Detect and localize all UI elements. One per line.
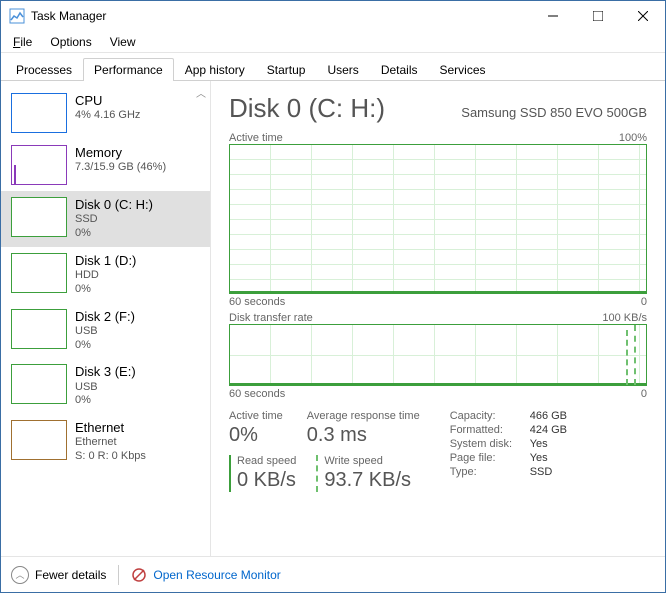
sidebar-item-disk2[interactable]: Disk 2 (F:)USB0% (1, 303, 210, 359)
active-time-chart (229, 144, 647, 294)
sidebar-item-ethernet[interactable]: EthernetEthernetS: 0 R: 0 Kbps (1, 414, 210, 470)
sidebar-item-label: Memory (75, 145, 166, 161)
ethernet-thumb (11, 420, 67, 460)
chart2-xright: 0 (641, 388, 647, 400)
titlebar: Task Manager (1, 1, 665, 31)
type-value: SSD (530, 466, 553, 478)
sidebar-item-label: Disk 0 (C: H:) (75, 197, 153, 213)
chart1-xleft: 60 seconds (229, 296, 285, 308)
chart2-xleft: 60 seconds (229, 388, 285, 400)
scroll-up-icon[interactable]: ︿ (196, 85, 206, 100)
active-time-label: Active time (229, 410, 283, 422)
sysdisk-value: Yes (530, 438, 548, 450)
menu-view[interactable]: View (102, 33, 144, 51)
tab-users[interactable]: Users (316, 58, 369, 81)
sidebar-item-memory[interactable]: Memory7.3/15.9 GB (46%) (1, 139, 210, 191)
pagefile-value: Yes (530, 452, 548, 464)
capacity-value: 466 GB (530, 410, 567, 422)
disk-info: Capacity:466 GB Formatted:424 GB System … (450, 410, 567, 492)
content: ︿ CPU4% 4.16 GHz Memory7.3/15.9 GB (46%)… (1, 81, 665, 556)
sidebar-item-disk0[interactable]: Disk 0 (C: H:)SSD0% (1, 191, 210, 247)
sidebar-item-label: Disk 1 (D:) (75, 253, 136, 269)
footer: ︿ Fewer details Open Resource Monitor (1, 556, 665, 592)
write-speed-label: Write speed (324, 455, 411, 467)
chart2-max: 100 KB/s (602, 312, 647, 324)
sidebar-item-cpu[interactable]: CPU4% 4.16 GHz (1, 87, 210, 139)
disk-thumb (11, 309, 67, 349)
disk-thumb (11, 364, 67, 404)
menubar: File Options View (1, 31, 665, 53)
page-title: Disk 0 (C: H:) (229, 93, 385, 124)
tab-app-history[interactable]: App history (174, 58, 256, 81)
sidebar-item-label: CPU (75, 93, 140, 109)
tab-details[interactable]: Details (370, 58, 429, 81)
minimize-button[interactable] (530, 1, 575, 31)
fewer-details-button[interactable]: Fewer details (35, 568, 106, 582)
open-resource-monitor-link[interactable]: Open Resource Monitor (153, 568, 280, 582)
sidebar-item-disk1[interactable]: Disk 1 (D:)HDD0% (1, 247, 210, 303)
tab-processes[interactable]: Processes (5, 58, 83, 81)
maximize-button[interactable] (575, 1, 620, 31)
disk-thumb (11, 197, 67, 237)
tab-performance[interactable]: Performance (83, 58, 174, 81)
sidebar-item-label: Disk 2 (F:) (75, 309, 135, 325)
window-title: Task Manager (31, 9, 530, 23)
resource-monitor-icon (131, 567, 147, 583)
menu-options[interactable]: Options (42, 33, 99, 51)
main-panel: Disk 0 (C: H:) Samsung SSD 850 EVO 500GB… (211, 81, 665, 556)
sidebar-item-label: Ethernet (75, 420, 146, 436)
sidebar-item-label: Disk 3 (E:) (75, 364, 136, 380)
tab-services[interactable]: Services (429, 58, 497, 81)
memory-thumb (11, 145, 67, 185)
menu-file[interactable]: File (5, 33, 40, 51)
active-time-value: 0% (229, 424, 283, 447)
tabstrip: Processes Performance App history Startu… (1, 53, 665, 81)
transfer-rate-chart (229, 324, 647, 386)
disk-thumb (11, 253, 67, 293)
chart1-xright: 0 (641, 296, 647, 308)
chevron-up-icon[interactable]: ︿ (11, 566, 29, 584)
read-speed-label: Read speed (237, 455, 296, 467)
avg-response-label: Average response time (307, 410, 420, 422)
chart1-label: Active time (229, 132, 283, 144)
cpu-thumb (11, 93, 67, 133)
sidebar-item-disk3[interactable]: Disk 3 (E:)USB0% (1, 358, 210, 414)
chart1-max: 100% (619, 132, 647, 144)
avg-response-value: 0.3 ms (307, 424, 420, 447)
write-speed-value: 93.7 KB/s (324, 469, 411, 492)
close-button[interactable] (620, 1, 665, 31)
sidebar[interactable]: ︿ CPU4% 4.16 GHz Memory7.3/15.9 GB (46%)… (1, 81, 211, 556)
tab-startup[interactable]: Startup (256, 58, 317, 81)
chart2-label: Disk transfer rate (229, 312, 313, 324)
read-speed-value: 0 KB/s (237, 469, 296, 492)
divider (118, 565, 119, 585)
app-icon (9, 8, 25, 24)
disk-model: Samsung SSD 850 EVO 500GB (461, 105, 647, 120)
formatted-value: 424 GB (530, 424, 567, 436)
